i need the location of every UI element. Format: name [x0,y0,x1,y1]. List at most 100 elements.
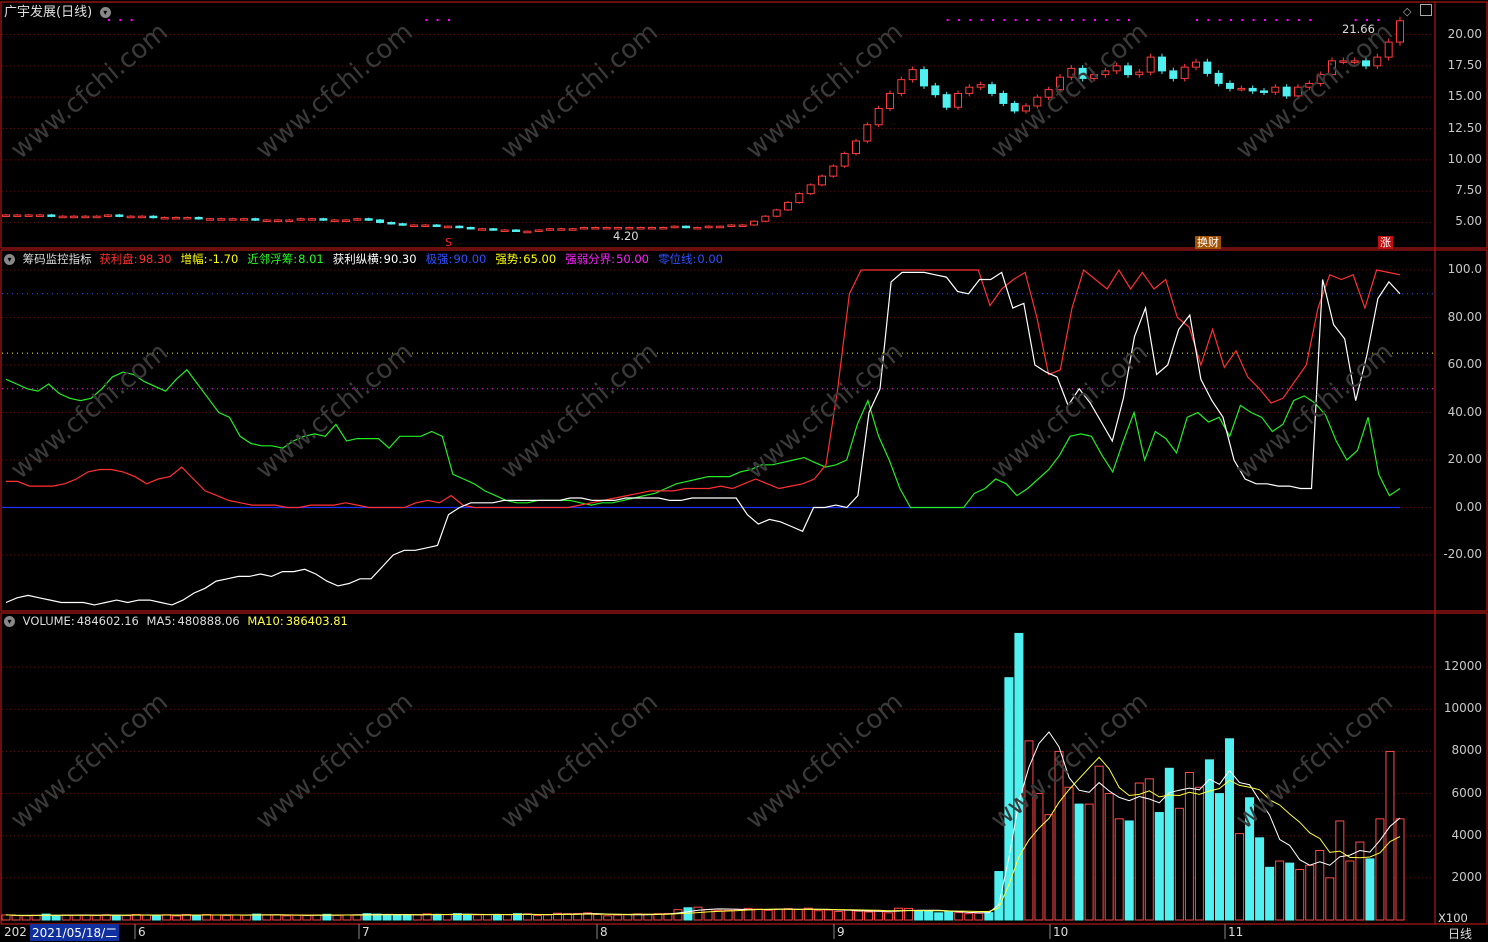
candle-body [240,218,248,221]
price-y-tick: 7.50 [1455,183,1482,198]
signal-dot [1026,19,1028,21]
high-price-label: 21.66 [1342,22,1375,36]
maximize-icon[interactable] [1420,4,1432,16]
volume-bar [533,915,543,921]
period-label[interactable]: 日线 [1448,925,1472,942]
chevron-down-icon[interactable]: ▾ [99,7,111,18]
chart-svg: www.cfchi.com www.cfchi.com www.cfchi.com w… [0,1,1488,939]
volume-bar [222,915,232,921]
indicator-item-label: 强势: [495,252,523,266]
volume-panel-frame [0,612,1488,925]
volume-bar [874,910,884,921]
volume-bar [884,912,894,921]
volume-bar [1104,793,1114,921]
candle-body [1214,72,1223,84]
candle-body [194,216,203,220]
volume-bar [1074,803,1084,921]
candle-body [886,92,894,109]
volume-bar [1134,782,1144,921]
candle-body [387,221,396,225]
candle-body [1146,56,1155,73]
ma5-name: MA5: [146,614,176,628]
volume-bar [462,913,472,921]
candle-body [1192,61,1200,68]
chevron-down-icon[interactable]: ▾ [4,254,15,265]
candle-body [965,86,974,94]
candle-body [444,225,452,229]
volume-bar [71,914,81,921]
volume-bar [492,914,502,921]
signal-dot [1275,19,1278,21]
candle-body [92,215,101,219]
signal-dot [1048,19,1051,21]
volume-y-tick: 8000 [1451,743,1482,758]
volume-bar [302,915,312,921]
candle-body [908,69,917,81]
volume-bar [342,914,352,921]
indicator-item: 强弱分界:50.00 [565,252,653,266]
candle-body [602,226,611,230]
price-y-tick: 10.00 [1447,151,1482,166]
candle-body [534,229,543,232]
month-label: 10 [1053,925,1069,939]
volume-y-tick: 12000 [1443,659,1482,674]
indicator-item-value: 50.00 [616,252,649,266]
candle-body [557,228,566,231]
volume-bar [192,914,202,921]
indicator-item: 增幅:-1.70 [181,252,243,266]
candle-body [670,225,679,229]
volume-bar [171,915,181,921]
indicator-item-value: 0.00 [697,252,723,266]
candle-body [806,184,815,195]
volume-bar [853,910,863,921]
candle-body [104,214,112,217]
volume-header: ▾ VOLUME: 484602.16 MA5: 480888.06 MA10: 38… [4,614,352,628]
volume-bar [111,914,121,921]
candle-body [13,214,22,217]
signal-dot [1014,19,1017,21]
watermark: www.cfchi.com [985,337,1154,485]
volume-bar [1094,765,1104,921]
diamond-icon[interactable]: ◇ [1403,5,1411,18]
month-label: 9 [837,925,845,939]
volume-y-tick: 4000 [1451,827,1482,842]
signal-dot [980,19,983,21]
month-label: 6 [138,925,146,939]
volume-bar [1355,841,1365,921]
candle-body [274,219,282,222]
candle-body [840,153,849,167]
candle-body [795,193,804,203]
volume-bar [934,912,944,921]
volume-bar [1315,849,1325,921]
volume-name: VOLUME: [22,614,75,628]
candle-body [897,79,906,94]
candle-body [285,219,294,222]
candle-body [863,124,872,142]
candle-body [70,215,78,219]
volume-bar [1395,818,1405,921]
volume-bar [813,910,823,921]
volume-bar [392,914,402,921]
candle-body [353,218,362,221]
candle-body [920,69,928,87]
volume-unit: X100 [1438,911,1468,925]
candle-body [410,224,418,227]
signal-dot [1264,19,1266,21]
candle-body [376,219,384,223]
indicator-y-tick: 80.00 [1447,309,1482,324]
price-y-tick: 20.00 [1447,26,1482,41]
signal-dot [1071,19,1074,21]
chevron-down-icon[interactable]: ▾ [4,616,15,627]
volume-bar [1,914,11,921]
signal-dot [1230,19,1232,21]
indicator-item-value: 90.00 [453,252,487,266]
volume-bar [1164,767,1174,921]
signal-dot [946,19,949,21]
indicator-item-value: -1.70 [208,252,239,266]
volume-bar [1044,814,1054,921]
price-y-tick: 15.00 [1447,89,1482,104]
volume-bar [763,909,773,921]
volume-bar [593,914,603,921]
volume-bar [1295,868,1305,921]
candle-body [591,226,600,230]
